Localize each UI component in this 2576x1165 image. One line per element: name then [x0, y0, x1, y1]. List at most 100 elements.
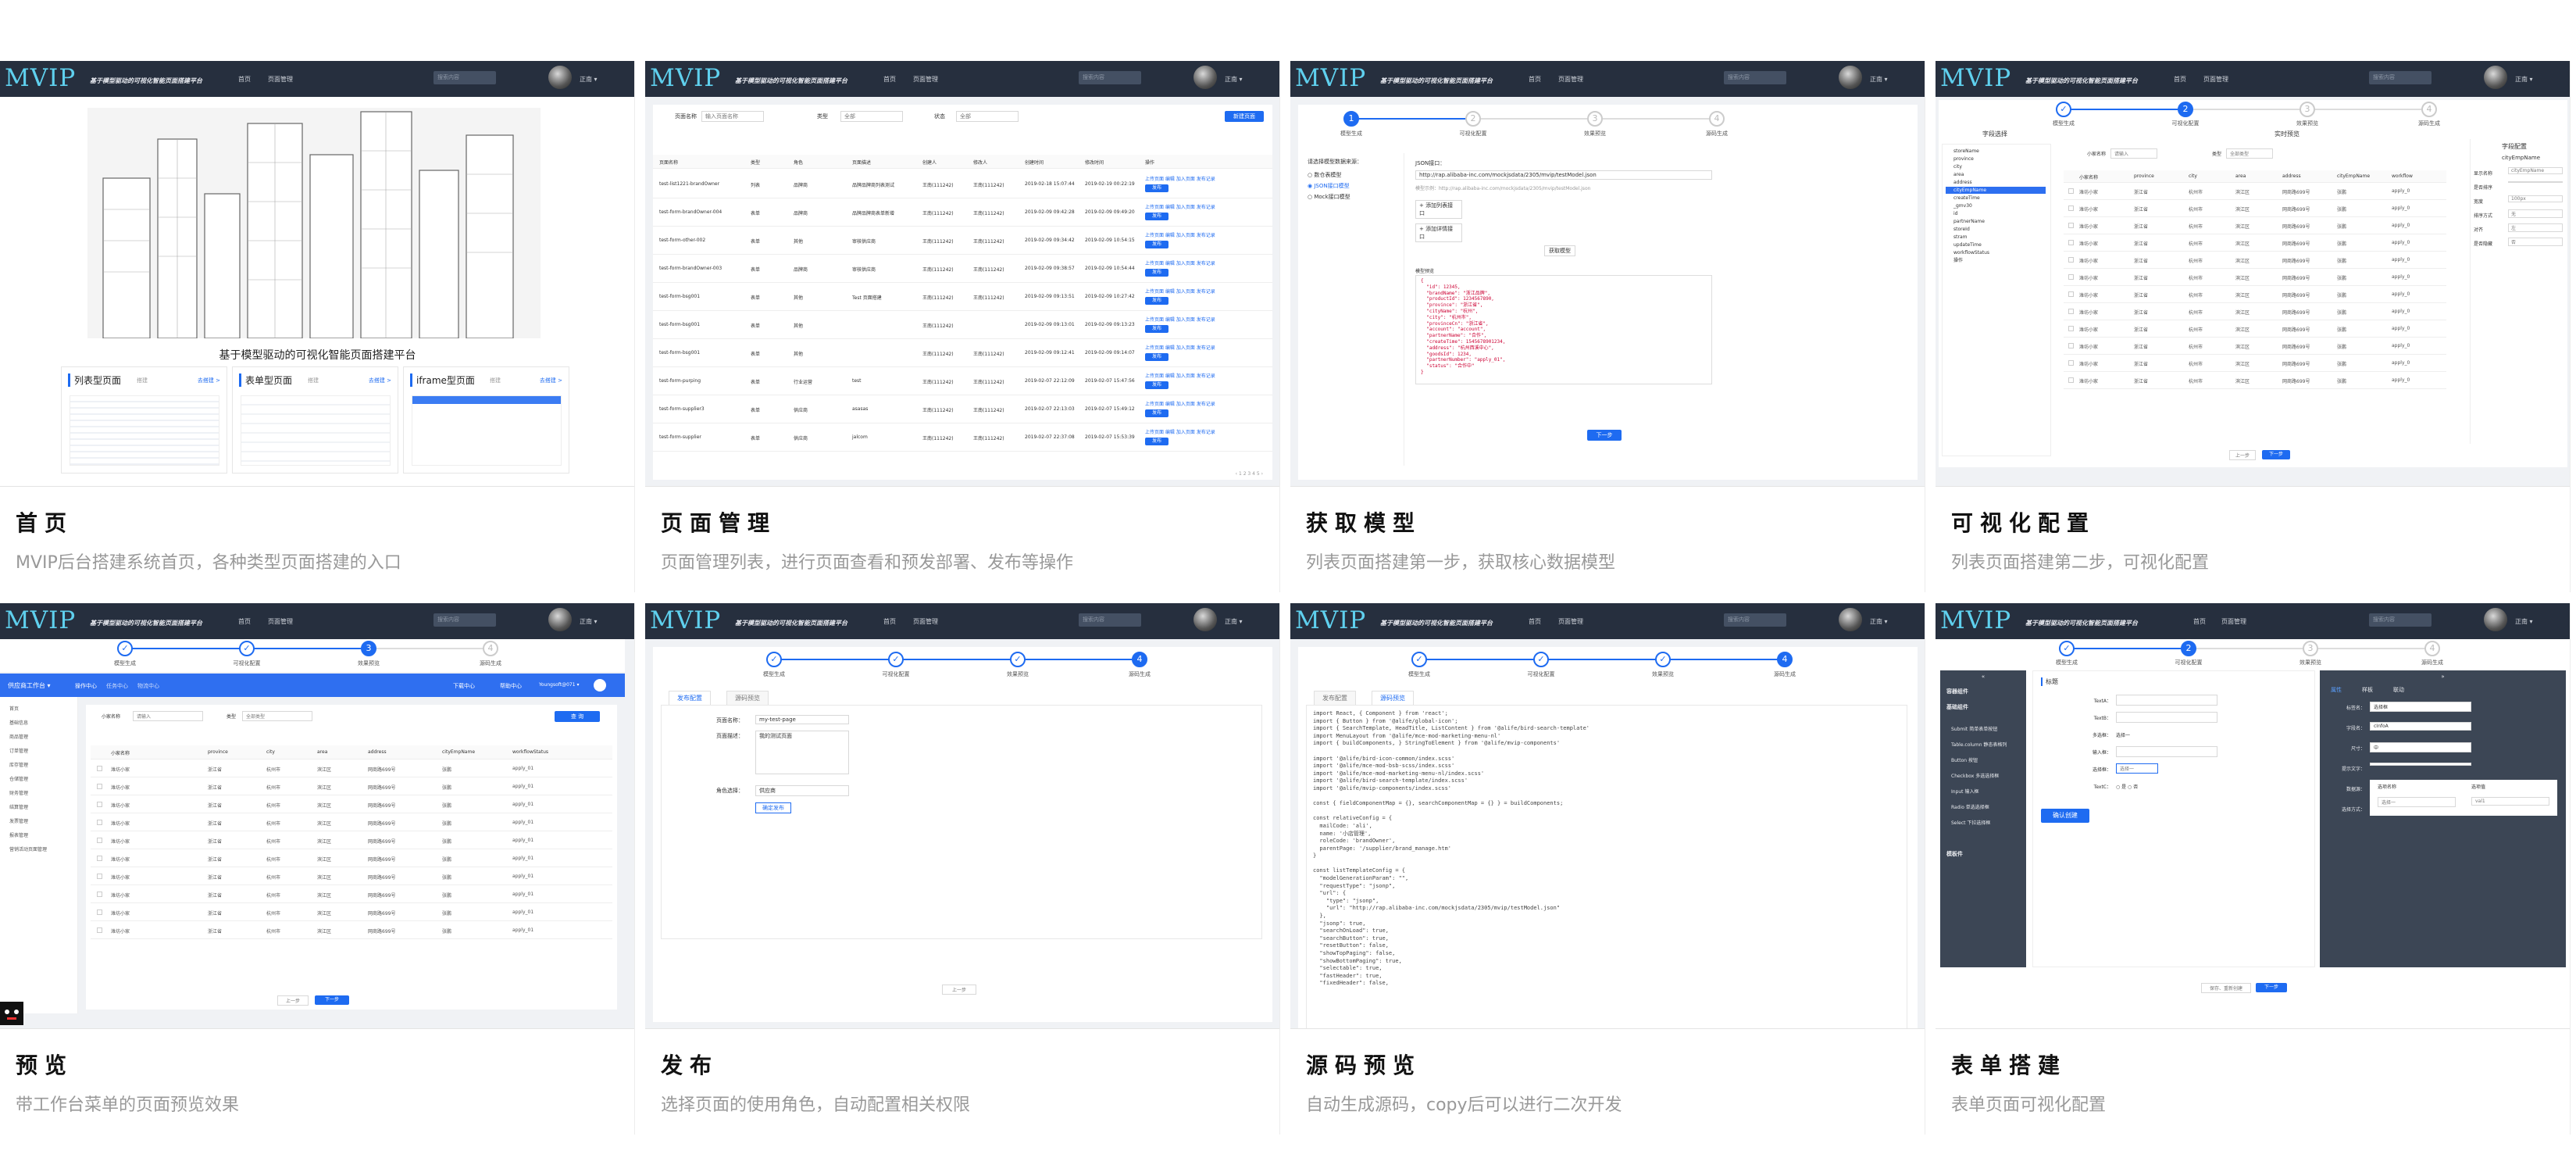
input-field[interactable]: [2116, 746, 2217, 757]
field-checkbox-item[interactable]: workflowStatus: [1946, 249, 2046, 256]
row-action-links[interactable]: 上传页面 编辑 加入页面 发布记录: [1145, 344, 1215, 351]
user-menu[interactable]: 正南 ▾: [580, 75, 598, 84]
publish-button[interactable]: 发布: [1145, 353, 1168, 361]
publish-button[interactable]: 发布: [1145, 184, 1168, 192]
field-checkbox-item[interactable]: address: [1946, 179, 2046, 186]
confirm-publish-button[interactable]: 确定发布: [755, 802, 791, 813]
add-list-button[interactable]: + 添加列表接口: [1415, 200, 1462, 219]
row-checkbox[interactable]: [97, 874, 102, 879]
save-recreate-button[interactable]: 保存、重新创建: [2201, 983, 2251, 993]
avatar[interactable]: [2484, 66, 2507, 89]
card-source-preview[interactable]: MVIP 基于模型驱动的可视化智能页面搭建平台 首页 页面管理 搜索内容 正南 …: [1290, 603, 1925, 1135]
sidebar-menu-item[interactable]: 财务管理: [9, 789, 28, 796]
radio-warehouse[interactable]: ○ 数仓表模型: [1308, 171, 1341, 179]
tab-publish-config[interactable]: 发布配置: [1314, 691, 1356, 706]
prop-value[interactable]: 选择框: [2370, 702, 2471, 712]
publish-button[interactable]: 发布: [1145, 438, 1168, 445]
card-visual-config[interactable]: MVIP 基于模型驱动的可视化智能页面搭建平台 首页 页面管理 搜索内容 正南 …: [1936, 61, 2571, 592]
row-checkbox[interactable]: [97, 838, 102, 843]
sidebar-menu-item[interactable]: 首页: [9, 705, 19, 712]
avatar[interactable]: [548, 608, 572, 631]
property-tab[interactable]: 样板: [2362, 686, 2373, 694]
tile-link[interactable]: 去搭建 >: [198, 377, 220, 384]
avatar[interactable]: [1839, 66, 1862, 89]
sidebar-menu-item[interactable]: 报表管理: [9, 831, 28, 838]
config-value[interactable]: [2508, 181, 2563, 183]
radio-mock[interactable]: ○ Mock接口模型: [1308, 193, 1350, 201]
row-action-links[interactable]: 上传页面 编辑 加入页面 发布记录: [1145, 400, 1215, 407]
nav-home[interactable]: 首页: [883, 75, 896, 84]
search-input[interactable]: 搜索内容: [2369, 71, 2432, 84]
card-preview[interactable]: MVIP 基于模型驱动的可视化智能页面搭建平台 首页 页面管理 搜索内容 正南 …: [0, 603, 635, 1135]
row-action-links[interactable]: 上传页面 编辑 加入页面 发布记录: [1145, 288, 1215, 295]
input-field[interactable]: [2116, 695, 2217, 706]
row-checkbox[interactable]: [97, 927, 102, 933]
topnav-item[interactable]: 物流中心: [137, 682, 159, 690]
row-checkbox[interactable]: [2068, 274, 2074, 280]
publish-button[interactable]: 发布: [1145, 409, 1168, 417]
component-item[interactable]: Button 按钮: [1951, 756, 2021, 763]
field-checkbox-item[interactable]: province: [1946, 155, 2046, 163]
sidebar-menu-item[interactable]: 订单管理: [9, 747, 28, 754]
add-detail-button[interactable]: + 添加详情接口: [1415, 223, 1462, 242]
field-checkbox-item[interactable]: createTime: [1946, 195, 2046, 202]
next-button[interactable]: 下一步: [2262, 450, 2290, 459]
component-item[interactable]: Submit 简单表单按钮: [1951, 725, 2021, 732]
field-checkbox-item[interactable]: partnerName: [1946, 218, 2046, 225]
avatar[interactable]: [1193, 66, 1217, 89]
publish-button[interactable]: 发布: [1145, 297, 1168, 305]
card-publish[interactable]: MVIP 基于模型驱动的可视化智能页面搭建平台 首页 页面管理 搜索内容 正南 …: [645, 603, 1280, 1135]
card-home[interactable]: MVIP 基于模型驱动的可视化智能页面搭建平台 首页 页面管理 搜索内容 正南 …: [0, 61, 635, 592]
config-value[interactable]: cityEmpName: [2508, 167, 2563, 174]
download-link[interactable]: 下载中心: [453, 682, 475, 690]
avatar[interactable]: [1839, 608, 1862, 631]
publish-button[interactable]: 发布: [1145, 381, 1168, 389]
filter-type-select[interactable]: 全部: [840, 111, 903, 122]
row-checkbox[interactable]: [97, 892, 102, 897]
component-item[interactable]: Select 下拉选择框: [1951, 819, 2021, 826]
topnav-item[interactable]: 任务中心: [106, 682, 128, 690]
account-avatar[interactable]: [594, 679, 606, 691]
row-action-links[interactable]: 上传页面 编辑 加入页面 发布记录: [1145, 203, 1215, 210]
publish-button[interactable]: 发布: [1145, 269, 1168, 277]
radio-json[interactable]: ◉ JSON接口模型: [1308, 182, 1350, 190]
nav-pages[interactable]: 页面管理: [1558, 617, 1583, 626]
property-tab[interactable]: 联动: [2393, 686, 2404, 694]
tab-source-preview[interactable]: 源码预览: [1372, 691, 1414, 706]
row-checkbox[interactable]: [2068, 343, 2074, 348]
row-checkbox[interactable]: [2068, 188, 2074, 194]
component-item[interactable]: Checkbox 多选选择框: [1951, 772, 2021, 779]
row-checkbox[interactable]: [97, 802, 102, 807]
avatar[interactable]: [2484, 608, 2507, 631]
tile-iframe-page[interactable]: iframe型页面 搭建 去搭建 >: [403, 366, 569, 474]
nav-home[interactable]: 首页: [2174, 75, 2186, 84]
search-input[interactable]: 搜索内容: [1724, 71, 1786, 84]
row-checkbox[interactable]: [2068, 205, 2074, 211]
filter-name-input[interactable]: 输入页面名称: [701, 111, 764, 122]
nav-pages[interactable]: 页面管理: [268, 617, 293, 626]
user-menu[interactable]: 正南 ▾: [580, 617, 598, 626]
ds-option-value[interactable]: val1: [2471, 797, 2549, 806]
user-menu[interactable]: 正南 ▾: [2515, 75, 2533, 84]
prev-button[interactable]: 上一步: [2229, 450, 2256, 460]
expand-icon[interactable]: »: [2320, 674, 2566, 680]
user-menu[interactable]: 正南 ▾: [1870, 75, 1888, 84]
row-checkbox[interactable]: [2068, 223, 2074, 228]
row-action-links[interactable]: 上传页面 编辑 加入页面 发布记录: [1145, 175, 1215, 182]
field-checkbox-item[interactable]: stram: [1946, 234, 2046, 241]
row-action-links[interactable]: 上传页面 编辑 加入页面 发布记录: [1145, 316, 1215, 323]
row-action-links[interactable]: 上传页面 编辑 加入页面 发布记录: [1145, 428, 1215, 435]
search-input[interactable]: 搜索内容: [1079, 71, 1141, 84]
filter-input[interactable]: 请输入: [2110, 148, 2157, 159]
nav-pages[interactable]: 页面管理: [1558, 75, 1583, 84]
config-value[interactable]: 100px: [2508, 195, 2563, 202]
workbench-title[interactable]: 供应商工作台 ▾: [8, 681, 51, 690]
account-menu[interactable]: Youngsoft@071 ▾: [539, 682, 579, 688]
tile-link[interactable]: 去搭建 >: [540, 377, 562, 384]
next-button[interactable]: 下一步: [1587, 430, 1622, 441]
user-menu[interactable]: 正南 ▾: [1870, 617, 1888, 626]
search-input[interactable]: 搜索内容: [1724, 613, 1786, 627]
select-field[interactable]: 选择一: [2116, 763, 2158, 774]
card-page-manage[interactable]: MVIP 基于模型驱动的可视化智能页面搭建平台 首页 页面管理 搜索内容 正南 …: [645, 61, 1280, 592]
row-checkbox[interactable]: [2068, 326, 2074, 331]
